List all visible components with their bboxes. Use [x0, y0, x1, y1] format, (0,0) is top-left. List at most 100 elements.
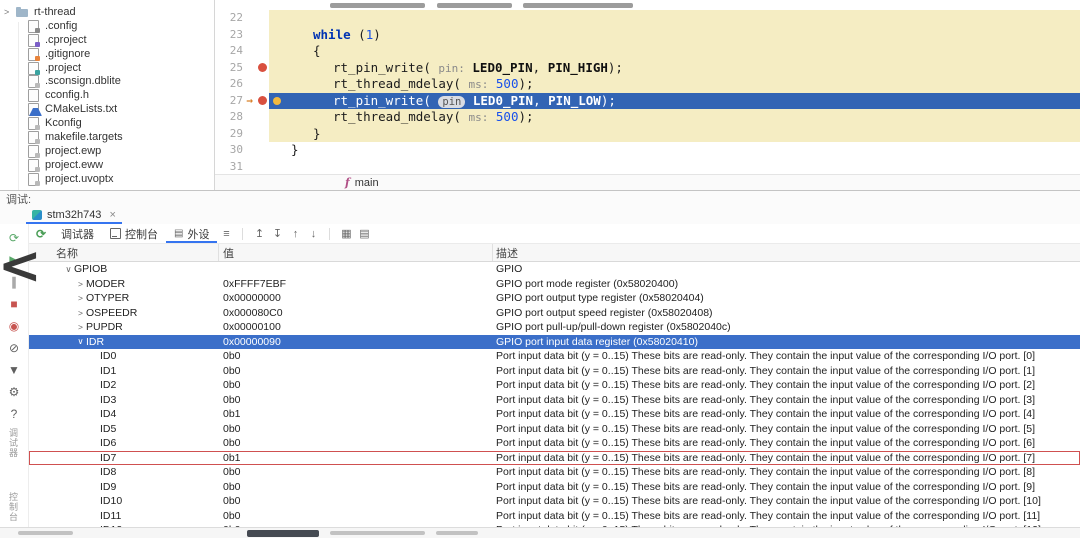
register-name: OTYPER: [86, 292, 130, 305]
register-name: OSPEEDR: [86, 306, 138, 319]
register-value: 0xFFFF7EBF: [223, 277, 287, 290]
line-number[interactable]: 23: [215, 27, 243, 44]
scroll-up-icon[interactable]: ↑: [286, 228, 304, 240]
table-row-ospeedr[interactable]: > OSPEEDR 0x000080C0 GPIO port output spe…: [29, 306, 1080, 321]
status-badge: [247, 530, 319, 537]
scroll-down-icon[interactable]: ↓: [304, 228, 322, 240]
register-desc: GPIO port mode register (0x58020400): [496, 277, 679, 290]
view-breakpoints-button[interactable]: ◉: [0, 315, 28, 337]
breakpoint-icon[interactable]: [258, 96, 267, 106]
table-row-id4[interactable]: ID4 0b1 Port input data bit (y = 0..15) …: [29, 407, 1080, 422]
table-row-id3[interactable]: ID3 0b0 Port input data bit (y = 0..15) …: [29, 393, 1080, 408]
code-text[interactable]: [269, 10, 1080, 27]
collapse-all-icon[interactable]: ↧: [268, 227, 286, 240]
code-token: (: [423, 59, 439, 75]
code-text[interactable]: rt_thread_mdelay( ms: 500);: [269, 76, 1080, 93]
tree-item-kconfig[interactable]: Kconfig: [0, 116, 214, 131]
table-row-gpiob[interactable]: ∨ GPIOB GPIO: [29, 262, 1080, 277]
tab-console[interactable]: 控制台: [102, 224, 166, 243]
register-table-body: ∨ GPIOB GPIO > MODER 0xFFFF7EBF GPIO port …: [29, 262, 1080, 538]
tree-item-project[interactable]: .project: [0, 61, 214, 75]
tree-item-project-uvoptx[interactable]: project.uvoptx: [0, 172, 214, 186]
table-row-pupdr[interactable]: > PUPDR 0x00000100 GPIO port pull-up/pull…: [29, 320, 1080, 335]
table-row-id10[interactable]: ID10 0b0 Port input data bit (y = 0..15)…: [29, 494, 1080, 509]
stop-button[interactable]: ■: [0, 293, 28, 315]
expand-all-icon[interactable]: ↥: [250, 227, 268, 240]
session-tab-stm32h743[interactable]: stm32h743 ×: [26, 207, 122, 224]
tool-stripe-console[interactable]: 控制台: [7, 492, 20, 522]
code-text[interactable]: rt_pin_write( pin: LED0_PIN, PIN_HIGH);: [269, 59, 1080, 76]
expander-icon[interactable]: ∨: [63, 264, 74, 275]
table-row-id11[interactable]: ID11 0b0 Port input data bit (y = 0..15)…: [29, 509, 1080, 524]
column-header-desc[interactable]: 描述: [493, 244, 1080, 261]
code-text[interactable]: rt_thread_mdelay( ms: 500);: [269, 109, 1080, 126]
line-number[interactable]: 28: [215, 109, 243, 126]
tree-item-label: makefile.targets: [45, 130, 123, 143]
expander-icon[interactable]: ∨: [75, 336, 86, 347]
tree-item-sconsign[interactable]: .sconsign.dblite: [0, 74, 214, 89]
table-row-id5[interactable]: ID5 0b0 Port input data bit (y = 0..15) …: [29, 422, 1080, 437]
code-text[interactable]: [269, 159, 1080, 176]
table-row-id6[interactable]: ID6 0b0 Port input data bit (y = 0..15) …: [29, 436, 1080, 451]
line-number[interactable]: 31: [215, 159, 243, 176]
table-row-moder[interactable]: > MODER 0xFFFF7EBF GPIO port mode registe…: [29, 277, 1080, 292]
tab-debugger[interactable]: 调试器: [53, 224, 102, 243]
close-icon[interactable]: ×: [109, 209, 115, 221]
parameter-hint: ms:: [468, 78, 489, 91]
code-text[interactable]: {: [269, 43, 1080, 60]
tree-item-cmakelists[interactable]: CMakeLists.txt: [0, 102, 214, 117]
line-number[interactable]: 27: [215, 93, 243, 110]
columns-view-icon[interactable]: ▤: [355, 227, 373, 240]
options-menu-icon[interactable]: ≡: [217, 228, 235, 240]
tree-item-project-ewp[interactable]: project.ewp: [0, 144, 214, 158]
tree-item-config[interactable]: .config: [0, 19, 214, 33]
debug-tool-window: 调试: stm32h743 × ⟳ ▶ ∥ ■ ◉ ⊘ ▼ ⚙ ? ⟳ 调试器 …: [0, 190, 1080, 538]
help-button[interactable]: ?: [0, 403, 28, 425]
tree-item-makefile-targets[interactable]: makefile.targets: [0, 130, 214, 144]
expander-icon[interactable]: >: [75, 322, 86, 332]
tree-item-cproject[interactable]: .cproject: [0, 33, 214, 47]
table-row-otyper[interactable]: > OTYPER 0x00000000 GPIO port output type…: [29, 291, 1080, 306]
code-token: ,: [532, 59, 548, 75]
tree-item-project-eww[interactable]: project.eww: [0, 158, 214, 172]
line-number[interactable]: 29: [215, 126, 243, 143]
tab-peripherals[interactable]: ▤ 外设: [166, 224, 217, 243]
code-editor[interactable]: 22 23 while (1) 24 { 25 rt_pin_write( pi…: [215, 0, 1080, 190]
filter-button[interactable]: ▼: [0, 359, 28, 381]
line-number[interactable]: 22: [215, 10, 243, 27]
code-text[interactable]: }: [269, 125, 1080, 142]
tree-item-rt-thread[interactable]: > rt-thread: [0, 5, 214, 19]
breakpoint-icon[interactable]: [258, 63, 267, 73]
line-number[interactable]: 24: [215, 43, 243, 60]
table-row-id8[interactable]: ID8 0b0 Port input data bit (y = 0..15) …: [29, 465, 1080, 480]
register-desc: Port input data bit (y = 0..15) These bi…: [496, 364, 1036, 377]
tree-item-gitignore[interactable]: .gitignore: [0, 47, 214, 61]
table-row-id7-highlighted[interactable]: ID7 0b1 Port input data bit (y = 0..15) …: [29, 451, 1080, 466]
grid-view-icon[interactable]: ▦: [337, 227, 355, 240]
expander-icon[interactable]: >: [75, 293, 86, 303]
code-text[interactable]: while (1): [269, 26, 1080, 43]
line-number[interactable]: 26: [215, 76, 243, 93]
line-number[interactable]: 30: [215, 142, 243, 159]
code-line: 28 rt_thread_mdelay( ms: 500);: [215, 109, 1080, 126]
expander-icon[interactable]: >: [75, 308, 86, 318]
tree-item-cconfig-h[interactable]: cconfig.h: [0, 88, 214, 103]
table-row-idr-selected[interactable]: ∨ IDR 0x00000090 GPIO port input data reg…: [29, 334, 1080, 349]
tool-stripe-debugger[interactable]: 调试器: [7, 428, 20, 458]
table-row-id1[interactable]: ID1 0b0 Port input data bit (y = 0..15) …: [29, 364, 1080, 379]
column-header-name[interactable]: 名称: [29, 244, 219, 261]
table-row-id2[interactable]: ID2 0b0 Port input data bit (y = 0..15) …: [29, 378, 1080, 393]
code-text[interactable]: rt_pin_write( pin LED0_PIN, PIN_LOW);: [269, 92, 1080, 109]
settings-button[interactable]: ⚙: [0, 381, 28, 403]
breadcrumb-function-name[interactable]: main: [355, 177, 379, 189]
table-row-id9[interactable]: ID9 0b0 Port input data bit (y = 0..15) …: [29, 480, 1080, 495]
mute-breakpoints-button[interactable]: ⊘: [0, 337, 28, 359]
line-number[interactable]: 25: [215, 60, 243, 77]
expander-icon[interactable]: >: [75, 279, 86, 289]
table-row-id0[interactable]: ID0 0b0 Port input data bit (y = 0..15) …: [29, 349, 1080, 364]
chevron-right-icon[interactable]: >: [4, 7, 16, 17]
code-text[interactable]: }: [269, 142, 1080, 159]
clipped-text-fragment: [523, 3, 633, 8]
column-header-value[interactable]: 值: [219, 244, 493, 261]
register-desc: Port input data bit (y = 0..15) These bi…: [496, 451, 1036, 464]
